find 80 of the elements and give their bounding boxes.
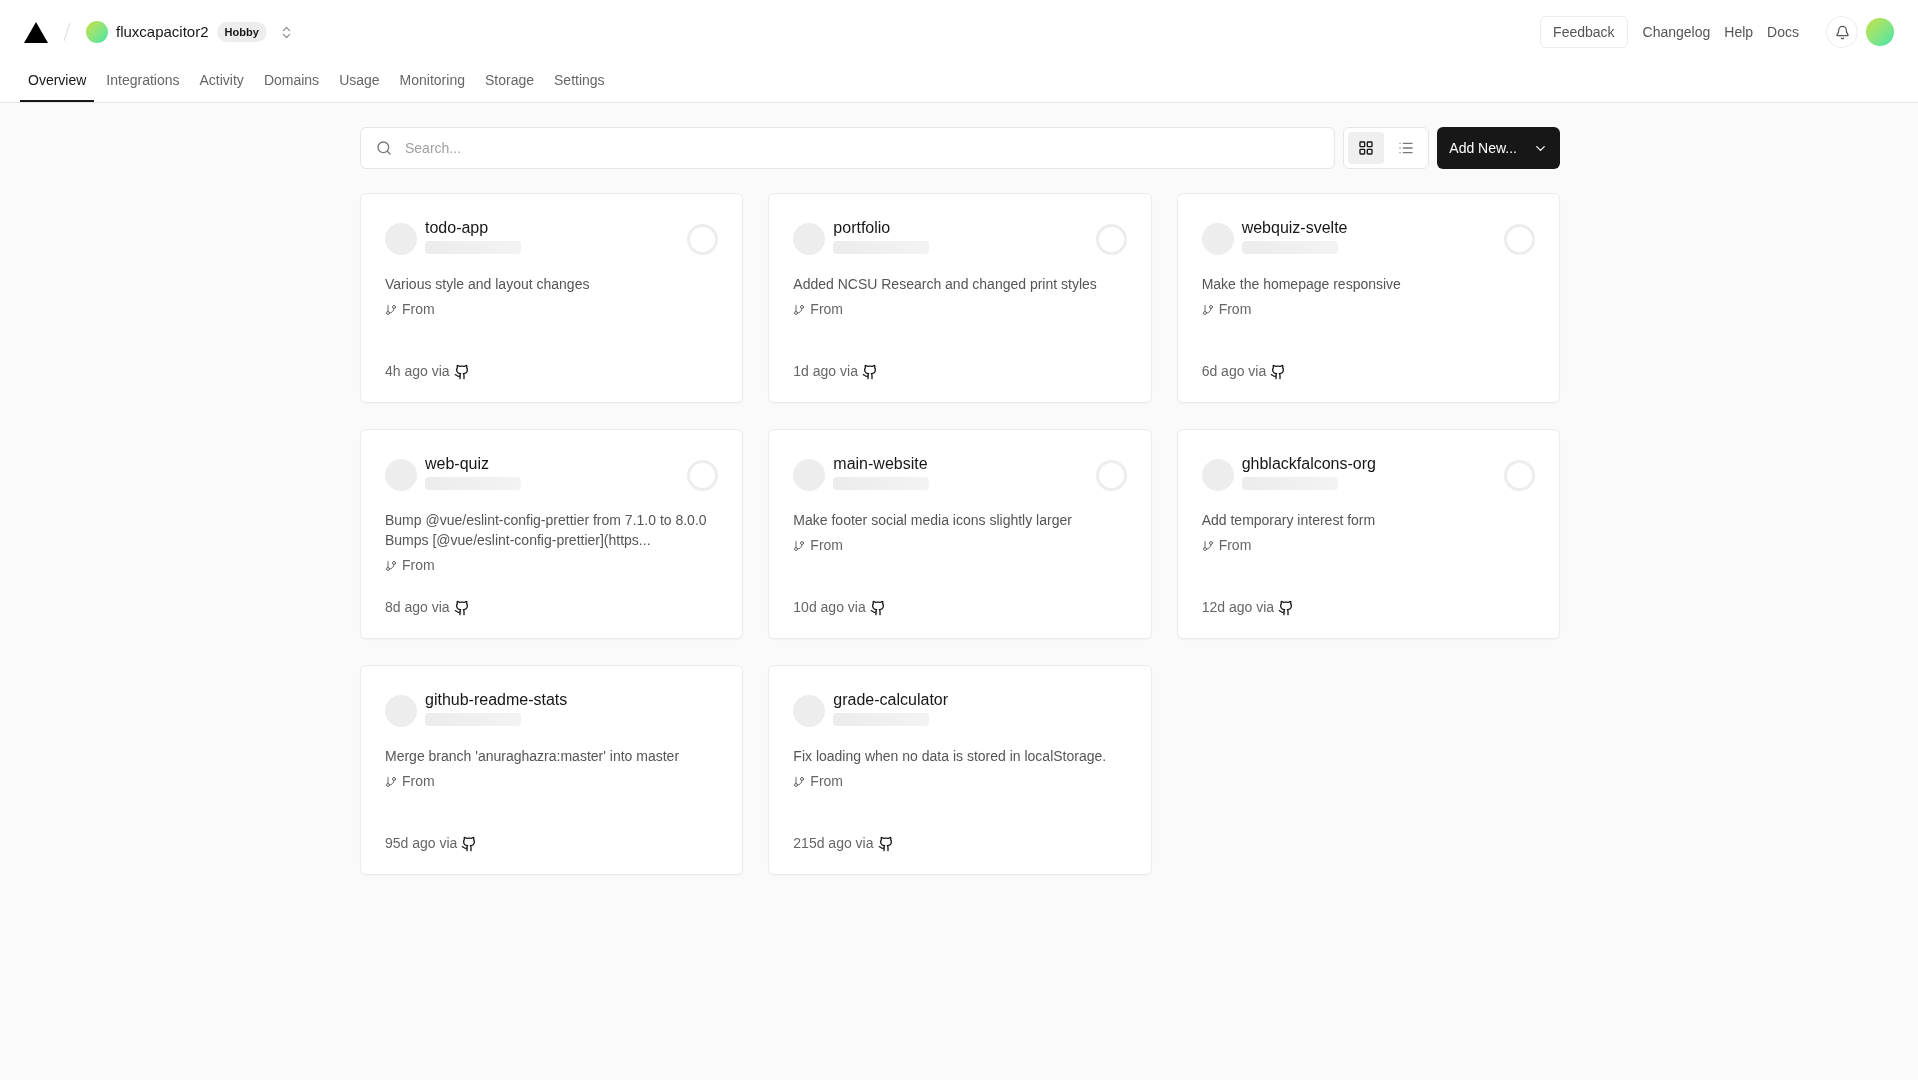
- project-card[interactable]: ghblackfalcons-org Add temporary interest form From 12d ago via: [1176, 429, 1560, 639]
- project-card[interactable]: webquiz-svelte Make the homepage responsive From 6d ago via: [1176, 193, 1560, 403]
- commit-time: 95d ago via: [385, 834, 458, 853]
- project-name[interactable]: web-quiz: [425, 454, 688, 474]
- commit-message: Make footer social media icons slightly larger: [793, 511, 1073, 530]
- commit-message: Merge branch 'anuraghazra:master' into master: [385, 747, 681, 766]
- header-link[interactable]: Docs: [1760, 21, 1806, 43]
- git-branch-icon: [793, 539, 806, 552]
- project-name[interactable]: webquiz-svelte: [1241, 218, 1504, 238]
- team-name[interactable]: fluxcapacitor2: [116, 20, 209, 44]
- github-icon: [1270, 363, 1287, 380]
- plan-badge: Hobby: [216, 21, 267, 43]
- commit-message: Various style and layout changes: [385, 275, 591, 294]
- project-name[interactable]: grade-calculator: [833, 690, 1127, 710]
- nav-tab[interactable]: Integrations: [98, 64, 188, 102]
- commit-time: 12d ago via: [1201, 598, 1275, 617]
- project-name[interactable]: github-readme-stats: [425, 690, 719, 710]
- github-icon: [453, 363, 470, 380]
- project-card[interactable]: grade-calculator Fix loading when no data is stored in localStorage. From 215d ago via: [768, 665, 1152, 875]
- git-branch-icon: [385, 775, 397, 788]
- header-link[interactable]: Changelog: [1635, 21, 1718, 43]
- project-name[interactable]: main-website: [833, 454, 1096, 474]
- branch-label: From: [1218, 300, 1252, 319]
- logo-triangle-icon[interactable]: [24, 21, 48, 43]
- commit-message: Bump @vue/eslint-config-prettier from 7.1.0 to 8.0.0 Bumps [@vue/eslint-config-prettier](https...: [385, 511, 708, 550]
- nav-tab[interactable]: Usage: [331, 64, 388, 102]
- github-icon: [1278, 599, 1295, 616]
- nav-tab[interactable]: Storage: [476, 64, 542, 102]
- slash-divider-icon: [60, 20, 74, 44]
- github-icon: [453, 599, 470, 616]
- nav-tab[interactable]: Domains: [255, 64, 328, 102]
- bell-icon: [1834, 24, 1850, 40]
- search-field[interactable]: Search...: [360, 127, 1336, 169]
- header-link[interactable]: Help: [1717, 21, 1761, 43]
- commit-time: 6d ago via: [1201, 362, 1267, 381]
- branch-label: From: [810, 772, 843, 791]
- grid-view-button[interactable]: [1348, 132, 1385, 164]
- branch-label: From: [810, 536, 843, 555]
- commit-time: 215d ago via: [793, 834, 874, 853]
- branch-label: From: [402, 300, 435, 319]
- search-icon: [376, 140, 392, 156]
- branch-label: From: [402, 772, 435, 791]
- commit-message: Make the homepage responsive: [1201, 275, 1402, 294]
- project-card[interactable]: todo-app Various style and layout changes From 4h ago via: [360, 193, 744, 403]
- git-branch-icon: [385, 303, 397, 316]
- project-card[interactable]: portfolio Added NCSU Research and changed print styles From 1d ago via: [768, 193, 1152, 403]
- project-card[interactable]: main-website Make footer social media icons slightly larger From 10d ago via: [768, 429, 1152, 639]
- commit-time: 4h ago via: [385, 362, 450, 381]
- git-branch-icon: [793, 775, 806, 788]
- branch-label: From: [810, 300, 843, 319]
- commit-time: 10d ago via: [793, 598, 866, 617]
- nav-tab[interactable]: Overview: [20, 64, 95, 102]
- list-icon: [1398, 140, 1415, 156]
- nav-tab[interactable]: Settings: [546, 64, 613, 102]
- git-branch-icon: [793, 303, 806, 316]
- project-name[interactable]: ghblackfalcons-org: [1241, 454, 1504, 474]
- grid-icon: [1358, 140, 1375, 156]
- github-icon: [877, 835, 894, 852]
- branch-label: From: [402, 556, 435, 575]
- git-branch-icon: [1201, 539, 1214, 552]
- project-name[interactable]: portfolio: [833, 218, 1096, 238]
- commit-time: 8d ago via: [385, 598, 450, 617]
- project-name[interactable]: todo-app: [425, 218, 688, 238]
- commit-time: 1d ago via: [793, 362, 858, 381]
- commit-message: Added NCSU Research and changed print styles: [793, 275, 1098, 294]
- team-avatar: [86, 21, 108, 43]
- git-branch-icon: [385, 559, 397, 572]
- github-icon: [461, 835, 478, 852]
- branch-label: From: [1218, 536, 1252, 555]
- commit-message: Fix loading when no data is stored in localStorage.: [793, 747, 1108, 766]
- commit-message: Add temporary interest form: [1201, 511, 1377, 530]
- git-branch-icon: [1201, 303, 1214, 316]
- nav-tab[interactable]: Activity: [191, 64, 252, 102]
- nav-tab[interactable]: Monitoring: [391, 64, 473, 102]
- feedback-button[interactable]: Feedback: [1540, 16, 1628, 48]
- github-icon: [869, 599, 886, 616]
- project-card[interactable]: web-quiz Bump @vue/eslint-config-prettier from 7.1.0 to 8.0.0 Bumps [@vue/eslint-config-prettier](https... From 8d ago via: [360, 429, 744, 639]
- add-new-button[interactable]: Add New...: [1437, 127, 1560, 169]
- github-icon: [861, 363, 878, 380]
- project-card[interactable]: github-readme-stats Merge branch 'anuraghazra:master' into master From 95d ago via: [360, 665, 744, 875]
